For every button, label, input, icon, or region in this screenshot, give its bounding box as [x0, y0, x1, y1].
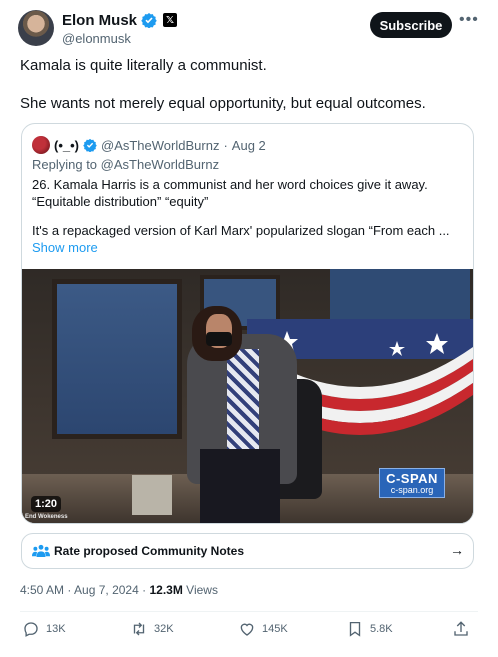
tweet-text-line-1: Kamala is quite literally a communist. [20, 57, 267, 74]
bookmark-count: 5.8K [370, 623, 393, 635]
reply-button[interactable]: 13K [22, 620, 66, 638]
x-affiliation-icon: 𝕏 [163, 13, 178, 27]
more-icon[interactable]: ••• [459, 12, 478, 32]
views-count: 12.3M [149, 583, 183, 597]
author-name-row: Elon Musk 𝕏 [62, 11, 178, 29]
like-count: 145K [262, 623, 288, 635]
video-watermark: End Wokeness [25, 514, 68, 520]
verified-badge-icon [141, 13, 157, 28]
cspan-logo-text: C-SPAN [386, 470, 438, 486]
meta-separator: · [142, 583, 147, 597]
quoted-handle: @AsTheWorldBurnz [101, 137, 220, 153]
bookmark-button[interactable]: 5.8K [346, 620, 393, 638]
show-more-link[interactable]: Show more [32, 240, 98, 255]
share-button[interactable] [452, 620, 470, 638]
tweet-meta: 4:50 AM · Aug 7, 2024 · 12.3M Views [20, 583, 218, 597]
repost-count: 32K [154, 623, 174, 635]
quoted-separator: · [223, 137, 228, 153]
video-timecode: 1:20 [31, 496, 62, 512]
repost-button[interactable]: 32K [130, 620, 174, 638]
community-notes-button[interactable]: Rate proposed Community Notes → [21, 533, 474, 569]
video-bucket [132, 475, 172, 515]
speaker-pants [200, 449, 280, 523]
subscribe-button[interactable]: Subscribe [370, 12, 452, 38]
video-player[interactable]: C-SPAN c-span.org 1:20 End Wokeness [22, 269, 473, 523]
quoted-tweet[interactable]: (•_•) @AsTheWorldBurnz · Aug 2 Replying … [21, 123, 474, 524]
divider [20, 611, 478, 612]
reply-count: 13K [46, 623, 66, 635]
share-icon [454, 621, 468, 636]
author-display-name[interactable]: Elon Musk [62, 12, 137, 29]
quoted-text-line-1: 26. Kamala Harris is a communist and her… [32, 177, 428, 192]
quoted-avatar[interactable] [32, 136, 50, 154]
repost-icon [133, 622, 145, 636]
bookmark-icon [349, 621, 361, 637]
speaker-shirt [227, 349, 259, 459]
tweet-header: Elon Musk 𝕏 @elonmusk Subscribe ••• [0, 0, 498, 52]
cspan-url: c-span.org [390, 484, 434, 495]
tweet-text-line-2: She wants not merely equal opportunity, … [20, 95, 426, 112]
quoted-tweet-header: (•_•) @AsTheWorldBurnz · Aug 2 [32, 135, 266, 155]
replying-to: Replying to @AsTheWorldBurnz [32, 157, 220, 172]
quoted-display-name: (•_•) [54, 137, 79, 153]
verified-badge-icon [83, 138, 97, 152]
like-button[interactable]: 145K [238, 620, 288, 638]
heart-icon [240, 623, 254, 636]
action-bar: 13K 32K 145K 5.8K [0, 620, 498, 642]
arrow-right-icon: → [450, 542, 464, 558]
cspan-logo: C-SPAN c-span.org [379, 468, 445, 498]
speaker-mask [206, 332, 232, 346]
avatar[interactable] [18, 10, 54, 46]
quoted-text-line-3: It's a repackaged version of Karl Marx' … [32, 223, 450, 238]
tweet-time[interactable]: 4:50 AM [20, 583, 64, 597]
views-label: Views [186, 583, 218, 597]
quoted-date: Aug 2 [231, 137, 266, 153]
quoted-text-line-2: “Equitable distribution” “equity” [32, 194, 209, 209]
meta-separator: · [67, 583, 72, 597]
tweet-date[interactable]: Aug 7, 2024 [74, 583, 139, 597]
community-notes-icon [32, 544, 50, 557]
video-window [52, 279, 182, 439]
reply-icon [24, 622, 38, 637]
author-handle[interactable]: @elonmusk [62, 31, 131, 46]
community-notes-label: Rate proposed Community Notes [54, 544, 245, 558]
